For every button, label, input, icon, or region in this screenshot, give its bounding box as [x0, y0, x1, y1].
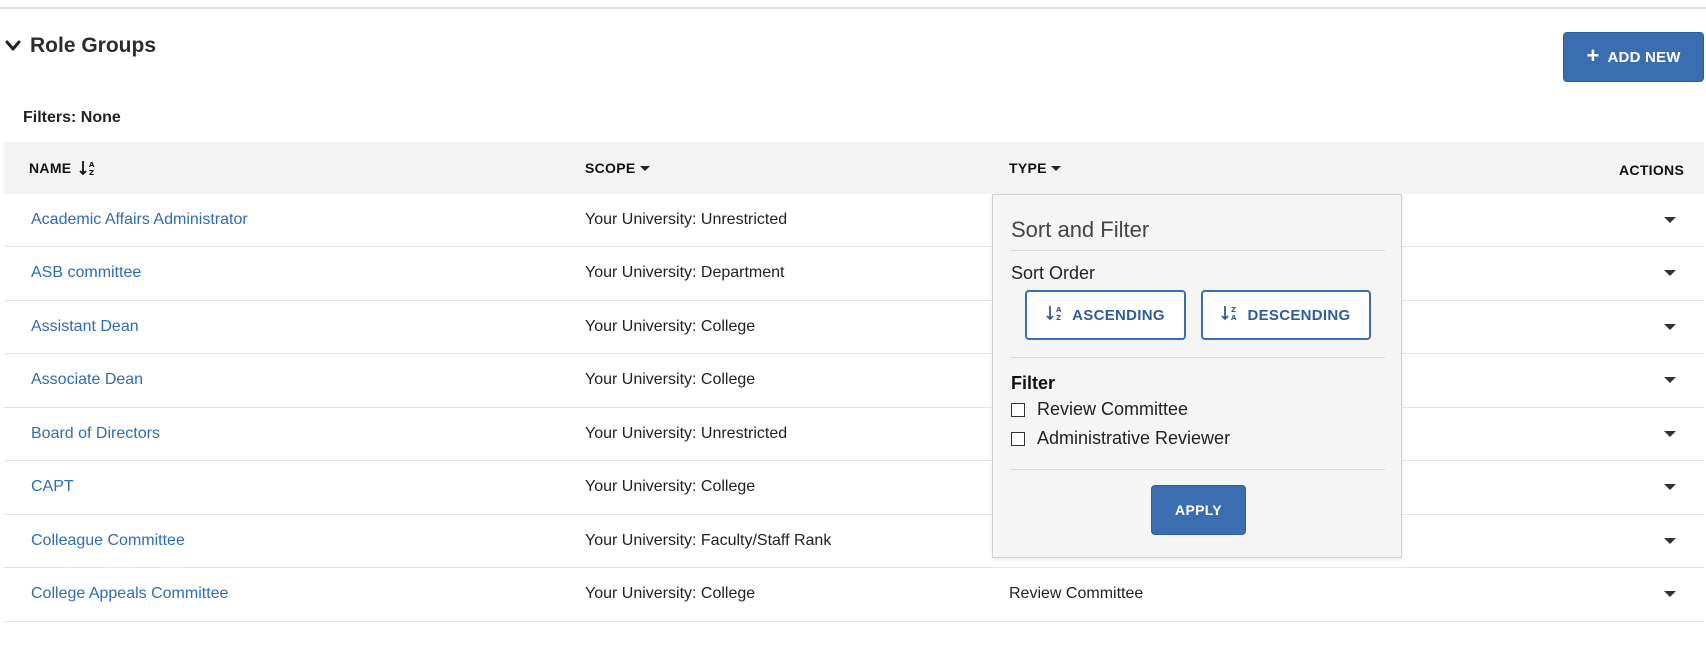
- svg-text:Z: Z: [89, 169, 94, 177]
- caret-down-icon: [1050, 165, 1061, 171]
- divider: [1011, 469, 1385, 470]
- row-actions-toggle[interactable]: [1662, 194, 1678, 246]
- row-actions-toggle[interactable]: [1662, 461, 1678, 514]
- row-actions-toggle[interactable]: [1662, 354, 1678, 407]
- caret-down-icon: [1664, 323, 1676, 330]
- apply-button[interactable]: APPLY: [1151, 485, 1246, 535]
- role-group-link[interactable]: CAPT: [31, 461, 74, 514]
- filter-label: Filter: [1011, 373, 1056, 393]
- role-group-link[interactable]: Assistant Dean: [31, 301, 139, 354]
- page-title: Role Groups: [30, 34, 157, 57]
- svg-text:A: A: [89, 161, 95, 169]
- table-row: Colleague Committee Your University: Facu…: [4, 515, 1704, 568]
- table-row: Academic Affairs Administrator Your Unive…: [4, 194, 1704, 247]
- caret-down-icon: [639, 165, 650, 171]
- sort-ascending-button[interactable]: A Z ASCENDING: [1025, 290, 1186, 340]
- scope-cell: Your University: College: [585, 478, 756, 496]
- svg-text:Z: Z: [1056, 314, 1061, 322]
- svg-text:A: A: [1231, 314, 1237, 322]
- scope-cell: Your University: Unrestricted: [585, 211, 788, 228]
- caret-down-icon: [1664, 484, 1676, 491]
- table-row: Associate Dean Your University: College: [4, 354, 1704, 408]
- sort-ascending-icon: A Z: [1046, 304, 1064, 326]
- column-actions-header: ACTIONS: [1619, 162, 1685, 178]
- type-cell: Review Committee: [1009, 585, 1144, 603]
- popover-title: Sort and Filter: [1011, 217, 1150, 242]
- role-group-link[interactable]: Board of Directors: [31, 408, 160, 461]
- column-scope-header[interactable]: SCOPE: [585, 142, 650, 194]
- sort-alpha-down-icon[interactable]: A Z: [79, 159, 97, 177]
- table-row: College Appeals Committee Your University…: [4, 568, 1704, 622]
- chevron-down-icon[interactable]: [4, 37, 22, 55]
- scope-cell: Your University: Unrestricted: [585, 424, 788, 442]
- role-group-link[interactable]: Academic Affairs Administrator: [31, 194, 248, 246]
- table-body: Academic Affairs Administrator Your Unive…: [4, 194, 1704, 622]
- caret-down-icon: [1664, 217, 1676, 223]
- scope-cell: Your University: College: [585, 371, 756, 389]
- row-actions-toggle[interactable]: [1662, 568, 1678, 621]
- svg-text:A: A: [1056, 306, 1062, 314]
- column-type-header[interactable]: TYPE: [1009, 142, 1061, 194]
- table-row: Board of Directors Your University: Unres…: [4, 408, 1704, 461]
- svg-text:Z: Z: [1231, 306, 1236, 314]
- caret-down-icon: [1664, 377, 1676, 384]
- scope-cell: Your University: Department: [585, 264, 785, 282]
- sort-descending-icon: Z A: [1221, 304, 1239, 326]
- row-actions-toggle[interactable]: [1662, 515, 1678, 568]
- top-divider: [0, 7, 1706, 9]
- table-row: Assistant Dean Your University: College: [4, 301, 1704, 354]
- caret-down-icon: [1664, 537, 1676, 544]
- scope-cell: Your University: Faculty/Staff Rank: [585, 531, 832, 549]
- section-header: Role Groups: [4, 34, 156, 58]
- role-group-link[interactable]: ASB committee: [31, 247, 141, 300]
- sort-filter-popover: Sort and Filter Sort Order A Z ASCENDING…: [992, 194, 1402, 558]
- checkbox[interactable]: [1011, 402, 1025, 417]
- sort-order-label: Sort Order: [1011, 263, 1096, 283]
- scope-cell: Your University: College: [585, 317, 756, 335]
- role-group-link[interactable]: College Appeals Committee: [31, 568, 228, 621]
- row-actions-toggle[interactable]: [1662, 247, 1678, 300]
- sort-descending-button[interactable]: Z A DESCENDING: [1201, 290, 1371, 340]
- caret-down-icon: [1664, 591, 1676, 598]
- scope-cell: Your University: College: [585, 585, 756, 603]
- table-header: NAME A Z SCOPE TYPE ACTIONS: [4, 142, 1704, 194]
- checkbox[interactable]: [1011, 431, 1025, 446]
- row-actions-toggle[interactable]: [1662, 408, 1678, 461]
- filter-option-review-committee[interactable]: Review Committee: [1011, 399, 1188, 420]
- divider: [1011, 357, 1385, 358]
- add-new-label: ADD NEW: [1607, 48, 1681, 66]
- add-new-button[interactable]: + ADD NEW: [1563, 32, 1704, 82]
- role-group-link[interactable]: Associate Dean: [31, 354, 143, 407]
- plus-icon: +: [1586, 43, 1600, 68]
- table-row: ASB committee Your University: Department: [4, 247, 1704, 301]
- filter-option-administrative-reviewer[interactable]: Administrative Reviewer: [1011, 428, 1230, 449]
- column-name-header[interactable]: NAME A Z: [29, 142, 97, 194]
- role-group-link[interactable]: Colleague Committee: [31, 515, 185, 568]
- table-row: CAPT Your University: College: [4, 461, 1704, 515]
- divider: [1011, 250, 1385, 251]
- caret-down-icon: [1664, 270, 1676, 277]
- filters-summary: Filters: None: [23, 109, 121, 126]
- row-actions-toggle[interactable]: [1662, 301, 1678, 354]
- caret-down-icon: [1664, 430, 1676, 437]
